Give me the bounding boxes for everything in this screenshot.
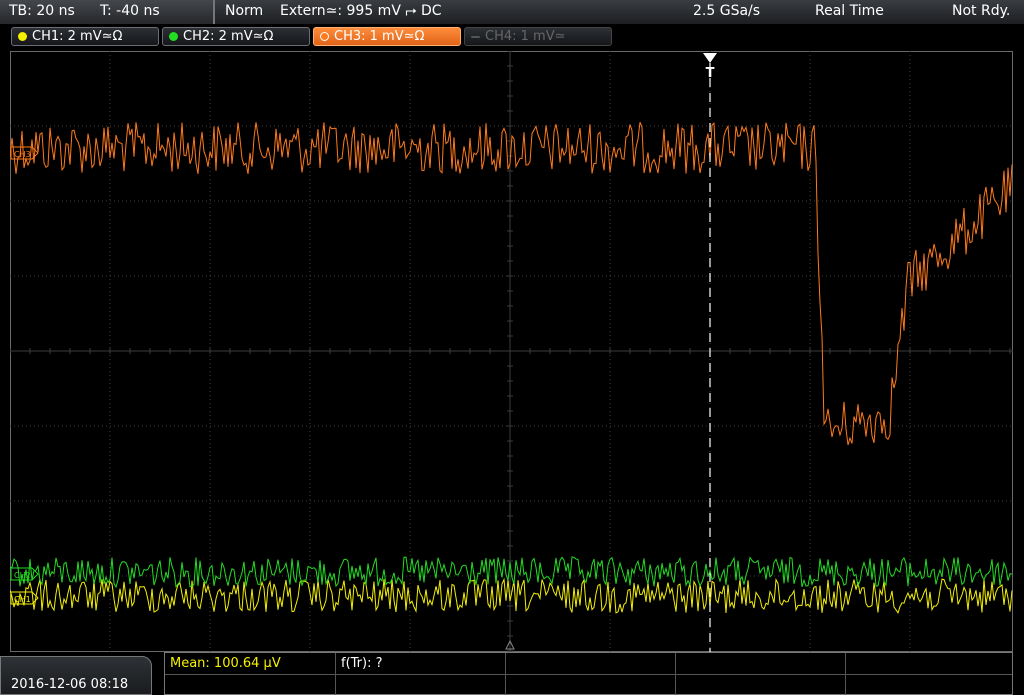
channel-2-color-dot [169, 32, 178, 41]
status-bar: TB: 20 ns T: -40 ns Norm Extern≃: 995 mV… [0, 0, 1024, 25]
channel-3-label: CH3: 1 mV≃Ω [334, 29, 425, 44]
timebase-label[interactable]: TB: 20 ns [9, 3, 75, 19]
channel-bar: CH1: 2 mV≃Ω CH2: 2 mV≃Ω CH3: 1 mV≃Ω CH4:… [0, 24, 1024, 48]
datetime-label: 2016-12-06 08:18 [11, 677, 129, 692]
measurement-cell-empty-6[interactable] [165, 675, 336, 695]
channel-2-ground-marker[interactable]: CH2 [10, 567, 39, 581]
channel-2-marker-label: CH2 [14, 571, 31, 580]
timebase-panel[interactable]: TB: 20 ns T: -40 ns [0, 0, 215, 24]
bottom-bar: 2016-12-06 08:18 Mean: 100.64 µV f(Tr): … [0, 652, 1024, 695]
datetime-panel[interactable]: 2016-12-06 08:18 [0, 656, 152, 695]
measurement-cell-empty-10[interactable] [846, 675, 1012, 695]
channel-1-ground-marker[interactable]: CH1 [10, 591, 39, 605]
channel-1-marker-label: CH1 [14, 595, 31, 604]
measurement-cell-empty-3[interactable] [506, 653, 676, 675]
measurement-mean: Mean: 100.64 µV [170, 656, 281, 671]
measurement-cell-mean[interactable]: Mean: 100.64 µV [165, 653, 336, 675]
trigger-marker-label: T [706, 66, 715, 81]
trigger-position-icon[interactable] [703, 53, 717, 63]
measurement-cell-empty-5[interactable] [846, 653, 1012, 675]
channel-1-color-dot [18, 32, 27, 41]
trigger-time-label[interactable]: T: -40 ns [100, 3, 160, 19]
channel-1-label: CH1: 2 mV≃Ω [32, 29, 123, 44]
channel-3-ground-marker[interactable]: CH3 [10, 146, 39, 160]
channel-1-trace [10, 577, 1013, 614]
measurement-panel[interactable]: Mean: 100.64 µV f(Tr): ? [164, 652, 1013, 695]
acquisition-mode-label[interactable]: Real Time [815, 3, 884, 19]
measurement-cell-empty-4[interactable] [676, 653, 846, 675]
waveform-plot: T CH3 CH2 CH1 [10, 51, 1013, 652]
measurement-cell-empty-9[interactable] [676, 675, 846, 695]
channel-3-button[interactable]: CH3: 1 mV≃Ω [313, 27, 461, 46]
channel-1-button[interactable]: CH1: 2 mV≃Ω [11, 27, 159, 46]
channel-4-label: CH4: 1 mV≃ [485, 29, 566, 44]
channel-2-label: CH2: 2 mV≃Ω [183, 29, 274, 44]
measurement-cell-empty-7[interactable] [336, 675, 506, 695]
trigger-source-label[interactable]: Extern≃: 995 mV ⮣ DC [280, 3, 442, 19]
acquisition-status-label: Not Rdy. [952, 3, 1011, 19]
channel-3-marker-label: CH3 [14, 150, 31, 159]
channel-3-color-dot [320, 32, 329, 41]
trigger-mode-label[interactable]: Norm [225, 3, 263, 19]
sample-rate-label[interactable]: 2.5 GSa/s [693, 3, 760, 19]
channel-2-button[interactable]: CH2: 2 mV≃Ω [162, 27, 310, 46]
channel-4-button[interactable]: CH4: 1 mV≃ [464, 27, 612, 46]
measurement-cell-empty-8[interactable] [506, 675, 676, 695]
channel-4-color-dot [471, 36, 480, 38]
measurement-cell-frequency[interactable]: f(Tr): ? [336, 653, 506, 675]
measurement-frequency: f(Tr): ? [341, 656, 383, 671]
